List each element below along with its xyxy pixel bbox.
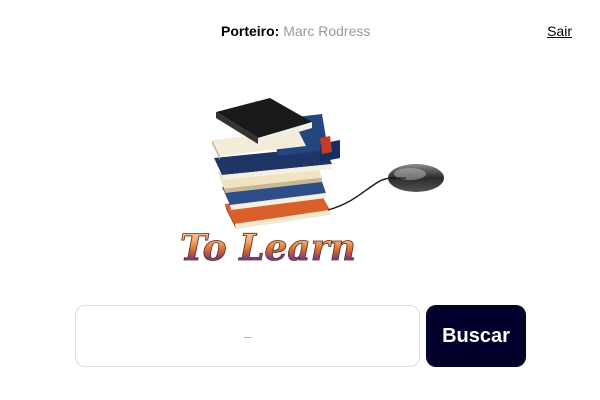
user-info: Porteiro: Marc Rodress (221, 22, 370, 40)
search-row: Buscar (75, 305, 535, 367)
logout-link[interactable]: Sair (547, 22, 572, 40)
mouse-icon (388, 164, 444, 192)
books-and-mouse-illustration: To Learn (180, 98, 444, 269)
app-root: Porteiro: Marc Rodress Sair To Learn – B… (0, 0, 600, 400)
user-label: Porteiro: (221, 23, 280, 39)
logo-text: To Learn (180, 227, 356, 269)
search-input[interactable] (75, 305, 420, 367)
book-stack (212, 98, 340, 229)
mouse-cable (327, 177, 393, 211)
search-button[interactable]: Buscar (426, 305, 526, 367)
user-name: Marc Rodress (283, 23, 371, 39)
to-learn-logo: To Learn (170, 92, 450, 272)
top-bar: Porteiro: Marc Rodress Sair (0, 22, 600, 42)
